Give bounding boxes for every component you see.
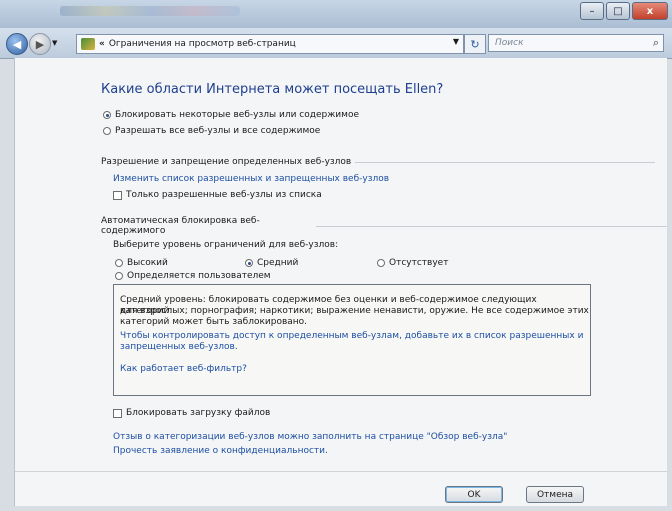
window-controls: – □ x <box>580 2 668 20</box>
mode-option-allow-all[interactable]: Разрешать все веб-узлы и все содержимое <box>103 126 320 136</box>
level-label: Средний <box>257 258 299 268</box>
section-auto-block: Автоматическая блокировка веб-содержимог… <box>101 216 667 236</box>
edit-list-link-row: Изменить список разрешенных и запрещенны… <box>113 174 389 184</box>
allow-list-link[interactable]: Чтобы контролировать доступ к определенн… <box>120 331 583 342</box>
how-filter-works-link[interactable]: Как работает веб-фильтр? <box>120 364 247 375</box>
address-dropdown-icon[interactable]: ▼ <box>453 37 459 46</box>
privacy-link[interactable]: Прочесть заявление о конфиденциальности. <box>113 446 328 456</box>
level-option-custom[interactable]: Определяется пользователем <box>115 271 271 281</box>
radio-high[interactable] <box>115 259 123 267</box>
edit-list-link[interactable]: Изменить список разрешенных и запрещенны… <box>113 174 389 184</box>
section-divider <box>316 225 667 227</box>
block-downloads-label: Блокировать загрузку файлов <box>126 408 271 418</box>
forward-arrow-icon: ▶ <box>35 37 45 51</box>
forward-button[interactable]: ▶ <box>29 33 51 55</box>
title-blur <box>60 6 240 16</box>
address-toolbar: ◀ ▶ ▼ « Ограничения на просмотр веб-стра… <box>0 28 672 59</box>
level-prompt-row: Выберите уровень ограничений для веб-узл… <box>113 240 338 250</box>
privacy-link-row: Прочесть заявление о конфиденциальности. <box>113 446 328 456</box>
refresh-icon: ↻ <box>470 37 480 51</box>
search-placeholder: Поиск <box>495 38 524 48</box>
radio-custom[interactable] <box>115 272 123 280</box>
search-icon[interactable]: ⌕ <box>653 36 659 50</box>
breadcrumb[interactable]: Ограничения на просмотр веб-страниц <box>109 39 296 49</box>
radio-allow-all[interactable] <box>103 127 111 135</box>
level-label: Высокий <box>127 258 168 268</box>
level-prompt: Выберите уровень ограничений для веб-узл… <box>113 240 339 250</box>
close-button[interactable]: x <box>632 2 668 20</box>
info-text-line: категорий может быть заблокировано. <box>120 317 308 327</box>
info-text-line: для взрослых; порнография; наркотики; вы… <box>120 306 589 316</box>
only-allowed-checkbox[interactable] <box>113 190 122 200</box>
footer-divider <box>15 471 667 472</box>
ok-button[interactable]: OK <box>445 486 503 503</box>
level-label: Определяется пользователем <box>127 271 271 281</box>
control-panel-icon <box>81 38 95 50</box>
radio-medium[interactable] <box>245 259 253 267</box>
address-field[interactable]: « Ограничения на просмотр веб-страниц ▼ <box>76 34 464 54</box>
section-divider <box>355 161 656 163</box>
mode-option-label: Разрешать все веб-узлы и все содержимое <box>115 126 321 136</box>
review-link[interactable]: Отзыв о категоризации веб-узлов можно за… <box>113 432 507 442</box>
back-button[interactable]: ◀ <box>6 33 28 55</box>
section-title: Разрешение и запрещение определенных веб… <box>101 157 352 167</box>
level-option-high[interactable]: Высокий <box>115 258 168 268</box>
section-allow-block: Разрешение и запрещение определенных веб… <box>101 156 656 168</box>
only-allowed-option[interactable]: Только разрешенные веб-узлы из списка <box>113 190 322 200</box>
block-downloads-checkbox[interactable] <box>113 408 122 418</box>
breadcrumb-chevron-icon[interactable]: « <box>99 39 105 49</box>
maximize-button[interactable]: □ <box>606 2 630 20</box>
level-info-box: Средний уровень: блокировать содержимое … <box>113 284 591 396</box>
level-option-none[interactable]: Отсутствует <box>377 258 448 268</box>
minimize-button[interactable]: – <box>580 2 604 20</box>
section-title: Автоматическая блокировка веб-содержимог… <box>101 216 260 236</box>
mode-option-block[interactable]: Блокировать некоторые веб-узлы или содер… <box>103 110 359 120</box>
level-label: Отсутствует <box>389 258 449 268</box>
title-bar: – □ x <box>0 0 672 28</box>
history-dropdown-icon[interactable]: ▼ <box>52 39 57 47</box>
radio-none[interactable] <box>377 259 385 267</box>
block-downloads-option[interactable]: Блокировать загрузку файлов <box>113 408 270 418</box>
back-arrow-icon: ◀ <box>12 37 22 51</box>
search-input[interactable]: Поиск ⌕ <box>488 34 664 52</box>
refresh-button[interactable]: ↻ <box>464 34 486 54</box>
cancel-button[interactable]: Отмена <box>526 486 584 503</box>
review-link-row: Отзыв о категоризации веб-узлов можно за… <box>113 432 507 442</box>
level-option-medium[interactable]: Средний <box>245 258 298 268</box>
page-title: Какие области Интернета может посещать E… <box>101 82 444 97</box>
allow-list-link-cont[interactable]: запрещенных веб-узлов. <box>120 342 238 353</box>
mode-option-label: Блокировать некоторые веб-узлы или содер… <box>115 110 359 120</box>
radio-block-some[interactable] <box>103 111 111 119</box>
content-pane: Какие области Интернета может посещать E… <box>14 58 667 506</box>
only-allowed-label: Только разрешенные веб-узлы из списка <box>126 190 322 200</box>
